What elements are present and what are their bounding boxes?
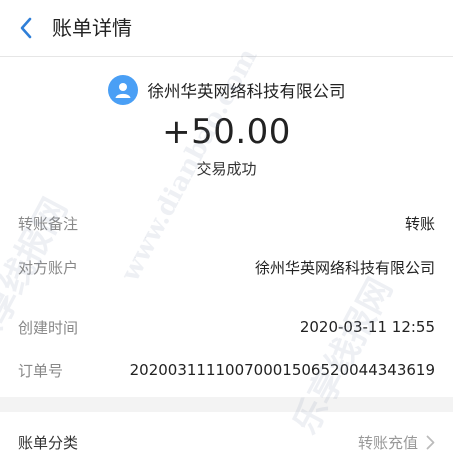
detail-row-created-time: 创建时间 2020-03-11 12:55 [18,309,435,345]
detail-label: 订单号 [18,361,64,380]
transaction-amount: +50.00 [162,112,291,152]
detail-value: 20200311110070001506520044343619 [129,361,435,379]
avatar [107,75,138,105]
detail-value: 2020-03-11 12:55 [299,318,435,336]
bill-category-row[interactable]: 账单分类 转账充值 [0,412,453,472]
merchant-name: 徐州华英网络科技有限公司 [147,82,346,101]
category-value: 转账充值 [357,433,418,452]
detail-label: 转账备注 [18,214,79,233]
detail-row-account: 对方账户 徐州华英网络科技有限公司 [18,249,435,285]
detail-row-remark: 转账备注 转账 [18,205,435,241]
category-selector[interactable]: 转账充值 [358,432,435,453]
detail-row-order-number: 订单号 20200311110070001506520044343619 [18,352,435,388]
category-label: 账单分类 [18,433,79,452]
detail-value: 徐州华英网络科技有限公司 [254,258,435,277]
chevron-right-icon [426,435,435,449]
detail-value: 转账 [404,214,435,233]
chevron-left-icon [20,17,32,39]
bill-detail-card: 徐州华英网络科技有限公司 +50.00 交易成功 转账备注 转账 对方账户 徐州… [0,57,453,397]
detail-label: 创建时间 [18,318,79,337]
page-title: 账单详情 [52,16,132,40]
merchant-info: 徐州华英网络科技有限公司 [0,73,453,107]
detail-label: 对方账户 [18,258,79,277]
user-icon [115,83,130,98]
back-button[interactable] [10,12,42,44]
top-bar: 账单详情 [0,0,453,57]
transaction-status: 交易成功 [196,160,257,178]
